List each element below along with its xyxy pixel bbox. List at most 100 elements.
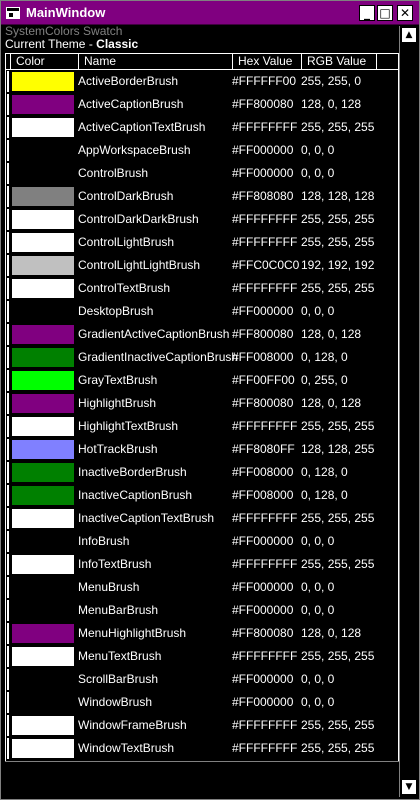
row-selection-marker: [7, 255, 9, 276]
maximize-button[interactable]: □: [377, 5, 393, 21]
table-row[interactable]: ControlTextBrush #FFFFFFFF 255, 255, 255: [6, 277, 398, 300]
close-button[interactable]: ✕: [397, 5, 413, 21]
rgb-value: 0, 0, 0: [301, 603, 335, 617]
hex-value: #FFFFFFFF: [232, 557, 298, 571]
table-row[interactable]: HighlightTextBrush #FFFFFFFF 255, 255, 255: [6, 415, 398, 438]
grid-rows: ActiveBorderBrush #FFFFFF00 255, 255, 0 Act…: [6, 70, 398, 761]
row-selection-marker: [7, 577, 9, 598]
row-selection-marker: [7, 117, 9, 138]
table-row[interactable]: ActiveCaptionTextBrush #FFFFFFFF 255, 255,…: [6, 116, 398, 139]
table-row[interactable]: MenuBarBrush #FF000000 0, 0, 0: [6, 599, 398, 622]
minimize-button[interactable]: _: [359, 5, 375, 21]
column-header-name[interactable]: Name: [78, 54, 232, 69]
color-swatch: [12, 371, 74, 390]
table-row[interactable]: WindowTextBrush #FFFFFFFF 255, 255, 255: [6, 737, 398, 760]
column-header-hex-value[interactable]: Hex Value: [232, 54, 301, 69]
table-row[interactable]: InfoBrush #FF000000 0, 0, 0: [6, 530, 398, 553]
color-swatch: [12, 256, 74, 275]
table-row[interactable]: HighlightBrush #FF800080 128, 0, 128: [6, 392, 398, 415]
rgb-value: 0, 128, 0: [301, 488, 348, 502]
rgb-value: 0, 128, 0: [301, 465, 348, 479]
vertical-scrollbar[interactable]: ▲ ▼: [399, 26, 418, 797]
scroll-up-button[interactable]: ▲: [401, 27, 417, 43]
rgb-value: 128, 0, 128: [301, 97, 362, 111]
brush-name: HighlightTextBrush: [78, 419, 179, 433]
row-selection-marker: [7, 71, 9, 92]
brush-name: AppWorkspaceBrush: [78, 143, 191, 157]
brush-name: ActiveBorderBrush: [78, 74, 179, 88]
hex-value: #FFFFFFFF: [232, 511, 298, 525]
brush-name: WindowTextBrush: [78, 741, 175, 755]
table-row[interactable]: DesktopBrush #FF000000 0, 0, 0: [6, 300, 398, 323]
hex-value: #FFFFFFFF: [232, 120, 298, 134]
row-selection-marker: [7, 554, 9, 575]
hex-value: #FF008000: [232, 488, 294, 502]
table-row[interactable]: ControlBrush #FF000000 0, 0, 0: [6, 162, 398, 185]
scroll-down-arrow-icon: ▼: [405, 782, 413, 792]
window-icon[interactable]: [6, 7, 20, 19]
hex-value: #FF000000: [232, 143, 294, 157]
row-selection-marker: [7, 485, 9, 506]
table-row[interactable]: InfoTextBrush #FFFFFFFF 255, 255, 255: [6, 553, 398, 576]
table-row[interactable]: GradientActiveCaptionBrush #FF800080 128, …: [6, 323, 398, 346]
table-row[interactable]: MenuBrush #FF000000 0, 0, 0: [6, 576, 398, 599]
system-colors-grid: Color Name Hex Value RGB Value ActiveBor…: [5, 53, 399, 761]
hex-value: #FFFFFF00: [232, 74, 297, 88]
color-swatch: [12, 693, 74, 712]
table-row[interactable]: GrayTextBrush #FF00FF00 0, 255, 0: [6, 369, 398, 392]
row-selection-marker: [7, 531, 9, 552]
table-row[interactable]: ScrollBarBrush #FF000000 0, 0, 0: [6, 668, 398, 691]
hex-value: #FF000000: [232, 304, 294, 318]
table-row[interactable]: WindowBrush #FF000000 0, 0, 0: [6, 691, 398, 714]
column-header-rgb-value[interactable]: RGB Value: [301, 54, 377, 69]
table-row[interactable]: ActiveBorderBrush #FFFFFF00 255, 255, 0: [6, 70, 398, 93]
color-swatch: [12, 440, 74, 459]
table-row[interactable]: ControlLightBrush #FFFFFFFF 255, 255, 255: [6, 231, 398, 254]
rgb-value: 192, 192, 192: [301, 258, 375, 272]
hex-value: #FF800080: [232, 97, 294, 111]
table-row[interactable]: GradientInactiveCaptionBrush #FF008000 0, …: [6, 346, 398, 369]
color-swatch: [12, 509, 74, 528]
rgb-value: 0, 0, 0: [301, 672, 335, 686]
table-row[interactable]: InactiveCaptionTextBrush #FFFFFFFF 255, 25…: [6, 507, 398, 530]
row-selection-marker: [7, 646, 9, 667]
scroll-down-button[interactable]: ▼: [401, 779, 417, 795]
title-bar[interactable]: MainWindow _ □ ✕: [1, 1, 419, 25]
color-swatch: [12, 210, 74, 229]
table-row[interactable]: ControlDarkDarkBrush #FFFFFFFF 255, 255, 2…: [6, 208, 398, 231]
row-selection-marker: [7, 232, 9, 253]
column-header-color[interactable]: Color: [10, 54, 78, 69]
table-row[interactable]: WindowFrameBrush #FFFFFFFF 255, 255, 255: [6, 714, 398, 737]
brush-name: MenuBrush: [78, 580, 140, 594]
hex-value: #FFC0C0C0: [232, 258, 300, 272]
row-selection-marker: [7, 416, 9, 437]
row-selection-marker: [7, 324, 9, 345]
table-row[interactable]: MenuTextBrush #FFFFFFFF 255, 255, 255: [6, 645, 398, 668]
color-swatch: [12, 164, 74, 183]
row-selection-marker: [7, 508, 9, 529]
row-selection-marker: [7, 301, 9, 322]
hex-value: #FF000000: [232, 672, 294, 686]
brush-name: ScrollBarBrush: [78, 672, 159, 686]
table-row[interactable]: ControlDarkBrush #FF808080 128, 128, 128: [6, 185, 398, 208]
table-row[interactable]: MenuHighlightBrush #FF800080 128, 0, 128: [6, 622, 398, 645]
table-row[interactable]: InactiveCaptionBrush #FF008000 0, 128, 0: [6, 484, 398, 507]
table-row[interactable]: ActiveCaptionBrush #FF800080 128, 0, 128: [6, 93, 398, 116]
rgb-value: 255, 255, 255: [301, 557, 375, 571]
brush-name: ActiveCaptionBrush: [78, 97, 184, 111]
table-row[interactable]: InactiveBorderBrush #FF008000 0, 128, 0: [6, 461, 398, 484]
table-row[interactable]: HotTrackBrush #FF8080FF 128, 128, 255: [6, 438, 398, 461]
hex-value: #FF000000: [232, 603, 294, 617]
row-selection-marker: [7, 462, 9, 483]
color-swatch: [12, 279, 74, 298]
color-swatch: [12, 601, 74, 620]
rgb-value: 255, 255, 255: [301, 212, 375, 226]
rgb-value: 0, 0, 0: [301, 580, 335, 594]
table-row[interactable]: AppWorkspaceBrush #FF000000 0, 0, 0: [6, 139, 398, 162]
close-icon: ✕: [399, 6, 411, 20]
row-selection-marker: [7, 347, 9, 368]
brush-name: GradientActiveCaptionBrush: [78, 327, 230, 341]
rgb-value: 255, 255, 0: [301, 74, 362, 88]
table-row[interactable]: ControlLightLightBrush #FFC0C0C0 192, 192,…: [6, 254, 398, 277]
hex-value: #FF000000: [232, 166, 294, 180]
